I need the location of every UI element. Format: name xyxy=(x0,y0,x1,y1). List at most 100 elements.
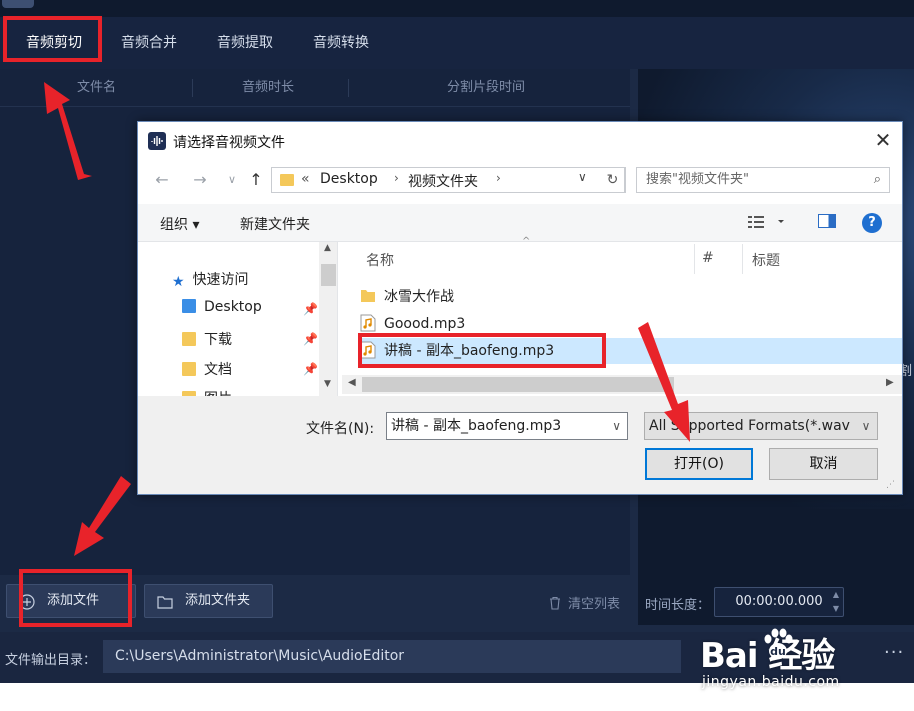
scroll-thumb[interactable] xyxy=(321,264,336,286)
nav-desktop-label: Desktop xyxy=(204,299,262,315)
organize-menu[interactable]: 组织 ▾ xyxy=(160,214,199,234)
column-divider xyxy=(742,244,743,274)
pin-icon[interactable]: 📌 xyxy=(303,362,318,376)
navigation-pane: ★ 快速访问 Desktop 📌 下载 📌 文档 📌 图片 ▲ ▼ xyxy=(138,242,338,396)
scroll-right-icon[interactable]: ▶ xyxy=(886,377,894,388)
new-folder-button[interactable]: 新建文件夹 xyxy=(240,214,310,234)
chevron-down-icon[interactable]: ∨ xyxy=(855,413,877,439)
window-top-strip xyxy=(0,0,914,17)
pin-icon[interactable]: 📌 xyxy=(303,332,318,346)
open-button[interactable]: 打开(O) xyxy=(645,448,753,480)
tab-audio-convert[interactable]: 音频转换 xyxy=(297,17,385,69)
documents-folder-icon xyxy=(182,362,196,376)
chevron-down-icon[interactable]: ∨ xyxy=(578,170,587,184)
folder-icon xyxy=(157,596,173,609)
tab-audio-extract[interactable]: 音频提取 xyxy=(201,17,289,69)
filename-input[interactable]: 讲稿 - 副本_baofeng.mp3 ∨ xyxy=(386,412,628,440)
cancel-button[interactable]: 取消 xyxy=(769,448,878,480)
main-tab-bar: 音频剪切 音频合并 音频提取 音频转换 xyxy=(0,17,914,69)
column-divider xyxy=(348,79,349,97)
clear-list-label: 清空列表 xyxy=(568,597,621,612)
add-folder-label: 添加文件夹 xyxy=(185,593,251,608)
recent-locations-icon[interactable]: ∨ xyxy=(220,168,244,192)
trash-icon xyxy=(550,596,560,610)
file-name: 冰雪大作战 xyxy=(384,289,454,305)
view-options-icon[interactable] xyxy=(748,215,790,233)
folder-icon xyxy=(280,174,294,186)
tab-audio-merge[interactable]: 音频合并 xyxy=(105,17,193,69)
file-name: Goood.mp3 xyxy=(384,316,466,332)
nav-documents[interactable]: 文档 xyxy=(182,359,232,379)
horizontal-scrollbar[interactable]: ◀ ▶ xyxy=(342,375,902,394)
scroll-thumb[interactable] xyxy=(362,377,674,392)
duration-label: 时间长度： xyxy=(645,598,711,613)
chevron-right-icon[interactable]: › xyxy=(394,171,399,185)
dialog-navigation-row: ← → ∨ ↑ « Desktop › 视频文件夹 › ∨ ↻ 搜索"视频文件夹… xyxy=(138,162,902,198)
scroll-left-icon[interactable]: ◀ xyxy=(348,377,356,388)
column-title[interactable]: 标题 xyxy=(752,250,780,270)
highlight-selected-file-box xyxy=(358,333,606,368)
resize-grip-icon[interactable]: ⋰ xyxy=(886,480,895,490)
watermark-url: jingyan.baidu.com xyxy=(702,674,840,690)
add-folder-button[interactable]: 添加文件夹 xyxy=(144,584,273,618)
preview-pane-icon[interactable] xyxy=(818,214,836,228)
nav-pictures[interactable]: 图片 xyxy=(182,388,232,396)
sort-indicator-icon: ^ xyxy=(522,236,531,247)
clear-list-button[interactable]: 清空列表 xyxy=(548,593,620,612)
column-segment-time[interactable]: 分割片段时间 xyxy=(447,69,525,107)
output-dir-path[interactable]: C:\Users\Administrator\Music\AudioEditor xyxy=(103,640,681,673)
desktop-folder-icon xyxy=(182,299,196,313)
column-duration[interactable]: 音频时长 xyxy=(242,69,294,107)
highlight-add-file-box xyxy=(19,569,132,627)
scroll-down-icon[interactable]: ▼ xyxy=(324,379,331,389)
nav-downloads[interactable]: 下载 xyxy=(182,329,232,349)
window-control-cap[interactable] xyxy=(2,0,34,8)
star-icon: ★ xyxy=(172,274,185,290)
audio-app-icon xyxy=(148,132,166,150)
download-folder-icon xyxy=(182,332,196,346)
filename-label: 文件名(N): xyxy=(306,421,375,437)
paw-logo-icon: du xyxy=(764,628,793,659)
highlight-tab-box xyxy=(3,16,102,62)
address-overflow[interactable]: « xyxy=(301,171,310,187)
dialog-titlebar: 请选择音视频文件 ✕ xyxy=(138,122,902,159)
column-divider xyxy=(694,244,695,274)
nav-quick-access-label: 快速访问 xyxy=(192,272,249,288)
scroll-up-icon[interactable]: ▲ xyxy=(324,243,331,253)
file-list-header: 文件名 音频时长 分割片段时间 xyxy=(0,69,630,107)
address-segment-video-folder[interactable]: 视频文件夹 xyxy=(408,171,478,191)
dialog-footer: 文件名(N): 讲稿 - 副本_baofeng.mp3 ∨ All Suppor… xyxy=(138,396,902,494)
column-divider xyxy=(192,79,193,97)
chevron-right-icon[interactable]: › xyxy=(496,171,501,185)
nav-downloads-label: 下载 xyxy=(204,332,232,348)
refresh-icon[interactable]: ↻ xyxy=(600,167,626,193)
dialog-title: 请选择音视频文件 xyxy=(173,135,285,151)
output-dir-label: 文件输出目录： xyxy=(5,653,97,668)
help-icon[interactable]: ? xyxy=(862,213,882,233)
folder-icon xyxy=(360,287,376,305)
forward-arrow-icon[interactable]: → xyxy=(188,168,212,192)
file-type-select[interactable]: All Supported Formats(*.wav ∨ xyxy=(644,412,878,440)
up-arrow-icon[interactable]: ↑ xyxy=(244,168,268,192)
back-arrow-icon[interactable]: ← xyxy=(150,168,174,192)
column-track-number[interactable]: # xyxy=(702,250,714,266)
chevron-down-icon[interactable]: ∨ xyxy=(612,413,621,439)
address-segment-desktop[interactable]: Desktop xyxy=(320,171,378,187)
file-list: ^ 名称 # 标题 冰雪大作战 Goood.mp3 讲稿 - 副本_baofen… xyxy=(342,236,902,396)
file-type-value: All Supported Formats(*.wav xyxy=(649,418,850,434)
search-placeholder: 搜索"视频文件夹" xyxy=(646,172,749,187)
search-input[interactable]: 搜索"视频文件夹" ⌕ xyxy=(636,167,890,193)
list-item[interactable]: 冰雪大作战 xyxy=(360,284,902,310)
nav-desktop[interactable]: Desktop xyxy=(182,299,262,315)
close-icon[interactable]: ✕ xyxy=(871,128,895,152)
nav-documents-label: 文档 xyxy=(204,362,232,378)
nav-quick-access[interactable]: ★ 快速访问 xyxy=(172,269,249,290)
pin-icon[interactable]: 📌 xyxy=(303,302,318,316)
nav-scrollbar[interactable]: ▲ ▼ xyxy=(319,242,337,396)
more-options-icon[interactable]: ··· xyxy=(884,642,904,663)
column-name[interactable]: 名称 xyxy=(366,250,394,270)
baidu-jingyan-watermark: Bai 经验 du jingyan.baidu.com xyxy=(700,612,870,702)
column-filename[interactable]: 文件名 xyxy=(77,69,116,107)
address-bar[interactable]: « Desktop › 视频文件夹 › ∨ xyxy=(271,167,625,193)
svg-text:du: du xyxy=(770,645,786,658)
